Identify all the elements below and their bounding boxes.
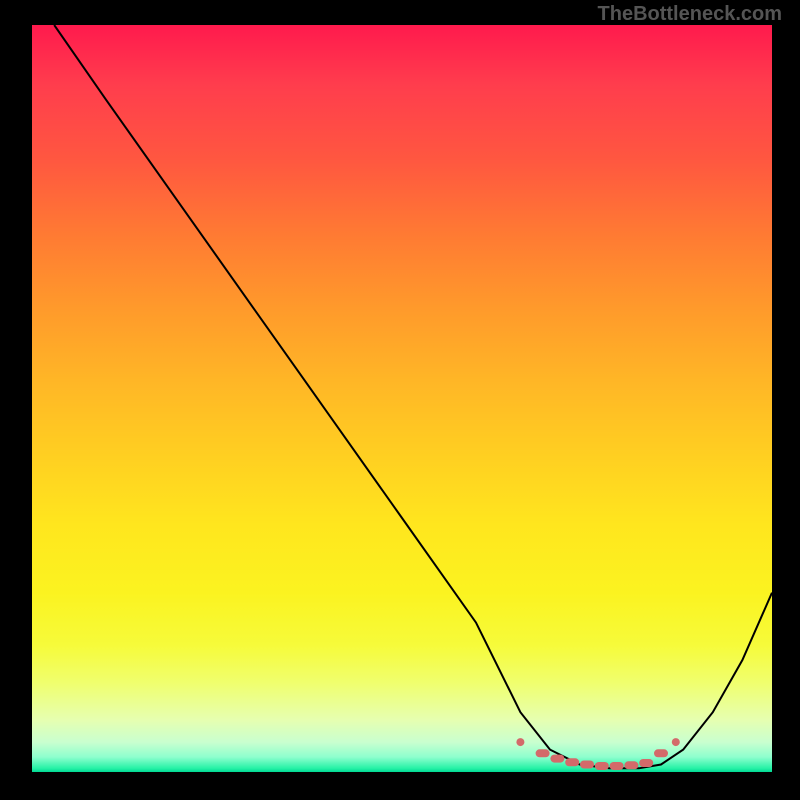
marker-dot (516, 738, 524, 746)
watermark-text: TheBottleneck.com (598, 3, 782, 26)
marker-dot (639, 759, 653, 767)
marker-dot (550, 755, 564, 763)
plot-area (32, 25, 772, 772)
chart-container: TheBottleneck.com (0, 0, 800, 800)
marker-dot (565, 758, 579, 766)
marker-dot (672, 738, 680, 746)
marker-dot (595, 762, 609, 770)
marker-dot (536, 749, 550, 757)
marker-dot (654, 749, 668, 757)
chart-svg (32, 25, 772, 772)
marker-dot (624, 761, 638, 769)
bottleneck-curve (54, 25, 772, 768)
marker-dot (610, 762, 624, 770)
marker-dot (580, 761, 594, 769)
